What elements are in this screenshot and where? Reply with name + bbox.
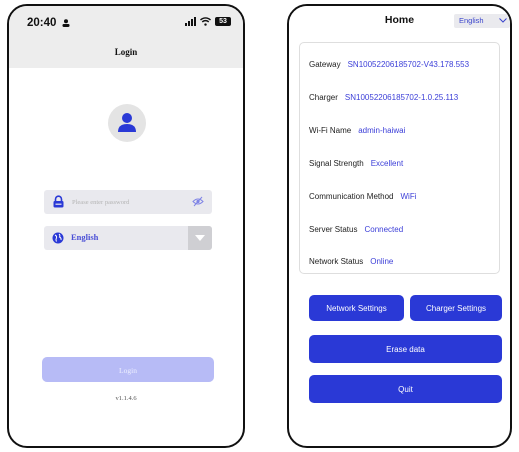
- lock-icon: [53, 195, 64, 208]
- info-label: Charger: [309, 93, 338, 102]
- app-version: v1.1.4.6: [115, 395, 137, 402]
- page-title: Login: [114, 47, 138, 57]
- info-row-server-status: Server Status Connected: [309, 225, 403, 234]
- header: Home English: [289, 6, 510, 34]
- info-label: Communication Method: [309, 192, 394, 201]
- person-status-icon: [62, 19, 70, 27]
- user-icon: [118, 113, 136, 132]
- cellular-signal-icon: [185, 17, 196, 26]
- login-screen: 20:40 53 Login English Login v1.1.4.6: [7, 4, 245, 448]
- info-label: Network Status: [309, 257, 364, 266]
- info-label: Server Status: [309, 225, 358, 234]
- globe-icon: [52, 232, 64, 244]
- info-value: admin-haiwai: [358, 126, 406, 135]
- language-select[interactable]: English: [44, 226, 212, 250]
- avatar: [108, 104, 146, 142]
- info-row-gateway: Gateway SN10052206185702-V43.178.553: [309, 60, 469, 69]
- info-value: SN10052206185702-1.0.25.113: [344, 93, 459, 102]
- battery-icon: 53: [215, 17, 231, 26]
- network-settings-button[interactable]: Network Settings: [309, 295, 404, 321]
- quit-button[interactable]: Quit: [309, 375, 502, 403]
- info-row-signal-strength: Signal Strength Excellent: [309, 159, 403, 168]
- status-bar: 20:40 53: [9, 6, 243, 36]
- erase-data-button[interactable]: Erase data: [309, 335, 502, 363]
- info-value: SN10052206185702-V43.178.553: [347, 60, 470, 69]
- info-label: Signal Strength: [309, 159, 364, 168]
- device-info-card: Gateway SN10052206185702-V43.178.553 Char…: [299, 42, 500, 274]
- language-dropdown-button[interactable]: [188, 226, 212, 250]
- password-field[interactable]: [44, 190, 212, 214]
- info-value: Connected: [364, 225, 404, 234]
- login-button[interactable]: Login: [42, 357, 214, 382]
- password-input[interactable]: [72, 193, 182, 211]
- info-row-communication-method: Communication Method WiFi: [309, 192, 416, 201]
- chevron-down-icon: [499, 18, 507, 23]
- language-selected-label: English: [71, 232, 99, 242]
- language-selector-label: English: [459, 16, 484, 25]
- info-label: Gateway: [309, 60, 341, 69]
- language-selector[interactable]: English: [454, 14, 510, 28]
- info-value: Online: [370, 257, 394, 266]
- info-row-network-status: Network Status Online: [309, 257, 393, 266]
- wifi-icon: [200, 17, 211, 26]
- home-screen: Home English Gateway SN10052206185702-V43…: [287, 4, 512, 448]
- info-value: Excellent: [370, 159, 404, 168]
- status-time: 20:40: [27, 17, 57, 29]
- caret-down-icon: [195, 235, 205, 241]
- charger-settings-button[interactable]: Charger Settings: [410, 295, 502, 321]
- info-row-charger: Charger SN10052206185702-1.0.25.113: [309, 93, 458, 102]
- info-label: Wi-Fi Name: [309, 126, 352, 135]
- nav-title-bar: Login: [9, 36, 243, 68]
- eye-off-icon[interactable]: [192, 196, 204, 207]
- info-value: WiFi: [400, 192, 417, 201]
- info-row-wifi-name: Wi-Fi Name admin-haiwai: [309, 126, 405, 135]
